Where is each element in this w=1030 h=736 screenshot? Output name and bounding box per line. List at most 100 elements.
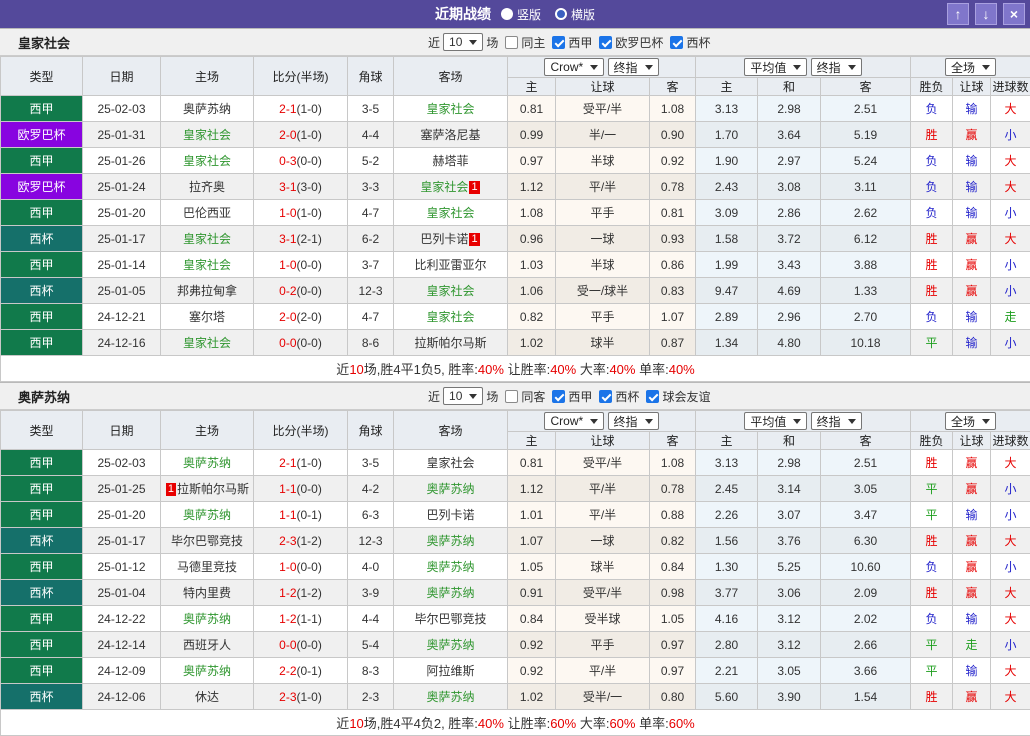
odds-provider-select[interactable]: Crow*: [544, 412, 604, 430]
avg-draw-odds: 3.90: [758, 684, 821, 710]
result-wdl: 平: [911, 502, 953, 528]
chevron-down-icon: [645, 65, 653, 70]
avg-home-odds: 9.47: [696, 278, 758, 304]
handicap-line: 半球: [556, 148, 650, 174]
result-wdl: 胜: [911, 684, 953, 710]
result-handicap: 赢: [953, 450, 991, 476]
league-badge: 西甲: [1, 252, 83, 278]
radio-vertical-layout[interactable]: 竖版: [501, 6, 541, 23]
move-up-button[interactable]: ↑: [947, 3, 969, 25]
sub-header-avg-draw: 和: [758, 78, 821, 96]
result-wdl: 平: [911, 330, 953, 356]
avg-home-odds: 3.77: [696, 580, 758, 606]
home-team: 西班牙人: [161, 632, 254, 658]
avg-stage-select[interactable]: 终指: [811, 412, 862, 430]
team-name: 奥萨苏纳: [18, 387, 70, 406]
chevron-down-icon: [590, 419, 598, 424]
home-team: 邦弗拉甸拿: [161, 278, 254, 304]
match-date: 24-12-06: [83, 684, 161, 710]
match-date: 25-01-05: [83, 278, 161, 304]
sub-header-avg-draw: 和: [758, 432, 821, 450]
same-venue-checkbox[interactable]: [505, 36, 518, 49]
scope-select[interactable]: 全场: [945, 58, 996, 76]
chevron-down-icon: [982, 419, 990, 424]
odds-provider-select[interactable]: Crow*: [544, 58, 604, 76]
col-header-home: 主场: [161, 57, 254, 96]
sub-header-goals: 进球数: [991, 432, 1030, 450]
handicap-home-odds: 1.03: [508, 252, 556, 278]
league-badge: 西杯: [1, 528, 83, 554]
corner-score: 8-6: [348, 330, 394, 356]
result-handicap: 赢: [953, 476, 991, 502]
away-team: 巴列卡诺1: [394, 226, 508, 252]
corner-score: 4-7: [348, 304, 394, 330]
league-checkbox-1[interactable]: [552, 36, 565, 49]
avg-draw-odds: 3.12: [758, 606, 821, 632]
radio-horizontal-layout[interactable]: 横版: [555, 6, 595, 23]
recent-count-select[interactable]: 10: [443, 387, 483, 405]
corner-score: 4-7: [348, 200, 394, 226]
league-checkbox-3[interactable]: [670, 36, 683, 49]
avg-draw-odds: 3.76: [758, 528, 821, 554]
result-handicap: 输: [953, 606, 991, 632]
matches-table: 类型 日期 主场 比分(半场) 角球 客场 Crow* 终指: [0, 410, 1030, 736]
red-card-badge: 1: [469, 233, 479, 246]
handicap-line: 球半: [556, 330, 650, 356]
league-checkbox-3[interactable]: [646, 390, 659, 403]
avg-away-odds: 1.54: [821, 684, 911, 710]
result-handicap: 走: [953, 632, 991, 658]
close-button[interactable]: ×: [1003, 3, 1025, 25]
move-down-button[interactable]: ↓: [975, 3, 997, 25]
result-goals: 小: [991, 632, 1030, 658]
chevron-down-icon: [793, 419, 801, 424]
handicap-away-odds: 0.78: [650, 174, 696, 200]
handicap-home-odds: 0.92: [508, 658, 556, 684]
score: 1-1(0-0): [254, 476, 348, 502]
handicap-group-header: Crow* 终指: [508, 57, 696, 78]
home-team: 特内里费: [161, 580, 254, 606]
league-badge: 西杯: [1, 684, 83, 710]
league-badge: 欧罗巴杯: [1, 174, 83, 200]
score: 1-2(1-1): [254, 606, 348, 632]
handicap-line: 受半球: [556, 606, 650, 632]
home-team: 奥萨苏纳: [161, 450, 254, 476]
col-header-corners: 角球: [348, 57, 394, 96]
handicap-home-odds: 0.84: [508, 606, 556, 632]
odds-stage-select[interactable]: 终指: [608, 412, 659, 430]
scope-select[interactable]: 全场: [945, 412, 996, 430]
league-checkbox-2[interactable]: [599, 36, 612, 49]
away-team: 塞萨洛尼基: [394, 122, 508, 148]
same-venue-checkbox[interactable]: [505, 390, 518, 403]
handicap-away-odds: 0.87: [650, 330, 696, 356]
score: 1-0(1-0): [254, 200, 348, 226]
avg-away-odds: 2.66: [821, 632, 911, 658]
result-wdl: 平: [911, 658, 953, 684]
home-team: 休达: [161, 684, 254, 710]
league-checkbox-1[interactable]: [552, 390, 565, 403]
recent-count-select[interactable]: 10: [443, 33, 483, 51]
league-checkbox-2[interactable]: [599, 390, 612, 403]
result-handicap: 输: [953, 304, 991, 330]
avg-away-odds: 3.05: [821, 476, 911, 502]
handicap-home-odds: 0.81: [508, 96, 556, 122]
page-title: 近期战绩: [435, 4, 491, 24]
handicap-home-odds: 0.81: [508, 450, 556, 476]
avg-select[interactable]: 平均值: [744, 58, 807, 76]
sub-header-handicap: 让球: [556, 78, 650, 96]
sub-header-handicap-result: 让球: [953, 432, 991, 450]
avg-away-odds: 5.19: [821, 122, 911, 148]
odds-stage-select[interactable]: 终指: [608, 58, 659, 76]
avg-select[interactable]: 平均值: [744, 412, 807, 430]
home-team: 皇家社会: [161, 330, 254, 356]
avg-home-odds: 3.13: [696, 96, 758, 122]
avg-stage-select[interactable]: 终指: [811, 58, 862, 76]
score: 2-0(1-0): [254, 122, 348, 148]
score: 3-1(2-1): [254, 226, 348, 252]
home-team: 1拉斯帕尔马斯: [161, 476, 254, 502]
league-badge: 欧罗巴杯: [1, 122, 83, 148]
red-card-badge: 1: [469, 181, 479, 194]
result-goals: 小: [991, 278, 1030, 304]
handicap-home-odds: 0.96: [508, 226, 556, 252]
sub-header-goals: 进球数: [991, 78, 1030, 96]
col-header-type: 类型: [1, 411, 83, 450]
